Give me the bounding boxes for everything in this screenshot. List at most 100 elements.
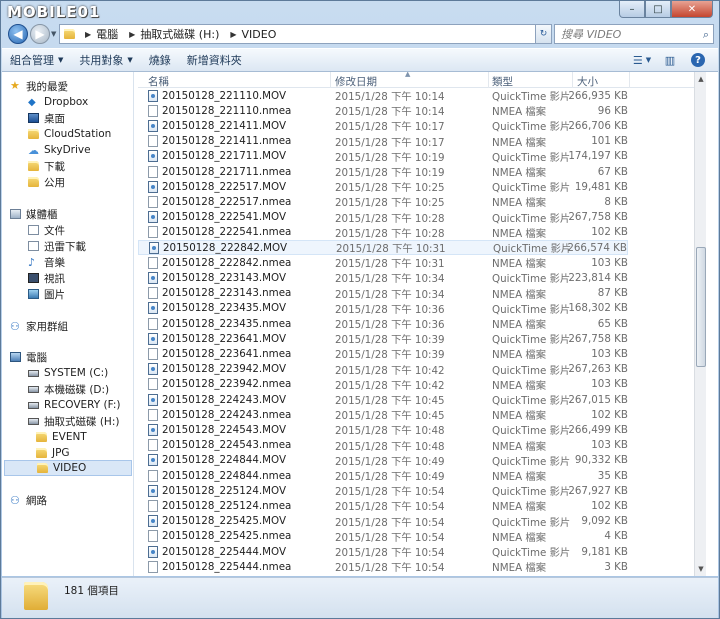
table-row[interactable]: 20150128_223143.MOV 2015/1/28 下午 10:34 Qui…: [138, 270, 628, 285]
minimize-button[interactable]: –: [619, 1, 645, 18]
sidebar-item-videos[interactable]: 視訊: [28, 270, 65, 286]
table-row[interactable]: 20150128_221711.nmea 2015/1/28 下午 10:19 NM…: [138, 164, 628, 179]
table-row[interactable]: 20150128_224543.nmea 2015/1/28 下午 10:48 NM…: [138, 438, 628, 453]
sidebar-label: 圖片: [44, 288, 65, 301]
column-header-size[interactable]: 大小: [577, 74, 598, 89]
sidebar-item-public[interactable]: 公用: [28, 174, 65, 190]
sidebar-favorites[interactable]: ★ 我的最愛: [10, 78, 68, 94]
sidebar-label: 下載: [44, 160, 65, 173]
sidebar-drive-d[interactable]: 本機磁碟 (D:): [28, 381, 109, 397]
chevron-right-icon[interactable]: ▶: [85, 30, 91, 39]
chevron-right-icon[interactable]: ▶: [230, 30, 236, 39]
table-row[interactable]: 20150128_223143.nmea 2015/1/28 下午 10:34 NM…: [138, 286, 628, 301]
search-input[interactable]: 搜尋 VIDEO ⌕: [554, 24, 714, 44]
scrollbar-thumb[interactable]: [696, 247, 706, 367]
sidebar-folder-jpg[interactable]: JPG: [36, 445, 70, 461]
search-icon[interactable]: ⌕: [703, 28, 709, 42]
column-divider[interactable]: [572, 72, 573, 88]
scroll-up-icon[interactable]: ▲: [695, 72, 706, 86]
file-size: 266,574 KB: [567, 241, 627, 254]
file-date: 2015/1/28 下午 10:45: [335, 410, 445, 423]
back-button[interactable]: ◀: [8, 24, 28, 44]
change-view-button[interactable]: ☰ ▼: [630, 51, 654, 69]
sidebar-item-downloads[interactable]: 下載: [28, 158, 65, 174]
table-row[interactable]: 20150128_224543.MOV 2015/1/28 下午 10:48 Qui…: [138, 422, 628, 437]
table-row[interactable]: 20150128_224844.nmea 2015/1/28 下午 10:49 NM…: [138, 468, 628, 483]
help-button[interactable]: ?: [686, 51, 710, 69]
column-divider[interactable]: [629, 72, 630, 88]
table-row[interactable]: 20150128_222541.nmea 2015/1/28 下午 10:28 NM…: [138, 225, 628, 240]
sidebar-drive-f[interactable]: RECOVERY (F:): [28, 397, 121, 413]
table-row[interactable]: 20150128_225425.nmea 2015/1/28 下午 10:54 NM…: [138, 529, 628, 544]
computer-icon: [10, 352, 21, 362]
table-row[interactable]: 20150128_225124.MOV 2015/1/28 下午 10:54 Qui…: [138, 483, 628, 498]
table-row[interactable]: 20150128_223435.MOV 2015/1/28 下午 10:36 Qui…: [138, 301, 628, 316]
table-row[interactable]: 20150128_223942.MOV 2015/1/28 下午 10:42 Qui…: [138, 362, 628, 377]
sidebar-item-dropbox[interactable]: ◆ Dropbox: [28, 94, 88, 110]
table-row[interactable]: 20150128_222517.nmea 2015/1/28 下午 10:25 NM…: [138, 194, 628, 209]
forward-button[interactable]: ▶: [30, 24, 50, 44]
sidebar-item-skydrive[interactable]: ☁ SkyDrive: [28, 142, 91, 158]
table-row[interactable]: 20150128_223942.nmea 2015/1/28 下午 10:42 NM…: [138, 377, 628, 392]
table-row[interactable]: 20150128_225444.nmea 2015/1/28 下午 10:54 NM…: [138, 559, 628, 574]
table-row[interactable]: 20150128_223641.MOV 2015/1/28 下午 10:39 Qui…: [138, 331, 628, 346]
column-header-name[interactable]: 名稱: [148, 74, 169, 89]
table-row[interactable]: 20150128_221411.MOV 2015/1/28 下午 10:17 Qui…: [138, 118, 628, 133]
new-folder-button[interactable]: 新增資料夾: [179, 49, 250, 71]
vertical-scrollbar[interactable]: ▲ ▼: [694, 72, 706, 576]
sidebar-folder-video[interactable]: VIDEO: [4, 460, 132, 476]
sidebar-computer[interactable]: 電腦: [10, 349, 47, 365]
breadcrumb-computer[interactable]: 電腦: [96, 26, 118, 42]
organize-button[interactable]: 組合管理 ▼: [2, 49, 71, 71]
close-button[interactable]: ✕: [671, 1, 713, 18]
sidebar-folder-event[interactable]: EVENT: [36, 429, 87, 445]
table-row[interactable]: 20150128_222517.MOV 2015/1/28 下午 10:25 Qui…: [138, 179, 628, 194]
table-row[interactable]: 20150128_223435.nmea 2015/1/28 下午 10:36 NM…: [138, 316, 628, 331]
refresh-icon: ↻: [539, 29, 548, 39]
table-row[interactable]: 20150128_225124.nmea 2015/1/28 下午 10:54 NM…: [138, 498, 628, 513]
sidebar-network[interactable]: ⚇ 網路: [10, 492, 47, 508]
file-name: 20150128_224543.nmea: [162, 439, 292, 452]
maximize-button[interactable]: □: [645, 1, 671, 18]
share-with-button[interactable]: 共用對象 ▼: [71, 49, 140, 71]
table-row[interactable]: 20150128_224243.MOV 2015/1/28 下午 10:45 Qui…: [138, 392, 628, 407]
sidebar-item-pictures[interactable]: 圖片: [28, 286, 65, 302]
column-header-type[interactable]: 類型: [492, 74, 513, 89]
table-row[interactable]: 20150128_221411.nmea 2015/1/28 下午 10:17 NM…: [138, 134, 628, 149]
sidebar-item-desktop[interactable]: 桌面: [28, 110, 65, 126]
folder-icon: [36, 448, 47, 458]
scroll-down-icon[interactable]: ▼: [695, 562, 706, 576]
table-row[interactable]: 20150128_221711.MOV 2015/1/28 下午 10:19 Qui…: [138, 149, 628, 164]
table-row[interactable]: 20150128_225425.MOV 2015/1/28 下午 10:54 Qui…: [138, 514, 628, 529]
table-row[interactable]: 20150128_223641.nmea 2015/1/28 下午 10:39 NM…: [138, 346, 628, 361]
sidebar-item-music[interactable]: ♪ 音樂: [28, 254, 65, 270]
table-row[interactable]: 20150128_224243.nmea 2015/1/28 下午 10:45 NM…: [138, 407, 628, 422]
table-row[interactable]: 20150128_222842.MOV 2015/1/28 下午 10:31 Qui…: [138, 240, 628, 256]
recent-pages-dropdown[interactable]: ▼: [51, 30, 56, 38]
table-row[interactable]: 20150128_224844.MOV 2015/1/28 下午 10:49 Qui…: [138, 453, 628, 468]
column-header-date[interactable]: 修改日期: [335, 74, 377, 89]
table-row[interactable]: 20150128_222541.MOV 2015/1/28 下午 10:28 Qui…: [138, 210, 628, 225]
table-row[interactable]: 20150128_225444.MOV 2015/1/28 下午 10:54 Qui…: [138, 544, 628, 559]
refresh-button[interactable]: ↻: [536, 24, 552, 44]
sidebar-homegroup[interactable]: ⚇ 家用群組: [10, 318, 68, 334]
table-row[interactable]: 20150128_222842.nmea 2015/1/28 下午 10:31 NM…: [138, 255, 628, 270]
burn-button[interactable]: 燒錄: [141, 49, 179, 71]
address-bar[interactable]: ▶ 電腦 ▶ 抽取式磁碟 (H:) ▶ VIDEO: [59, 24, 536, 44]
sidebar-item-cloudstation[interactable]: CloudStation: [28, 126, 111, 142]
preview-pane-button[interactable]: ▥: [658, 51, 682, 69]
breadcrumb-video[interactable]: VIDEO: [242, 28, 277, 41]
sidebar-drive-h[interactable]: 抽取式磁碟 (H:): [28, 413, 119, 429]
column-divider[interactable]: [488, 72, 489, 88]
sidebar-item-thunder-downloads[interactable]: 迅雷下載: [28, 238, 86, 254]
title-bar[interactable]: MOBILE01 – □ ✕: [1, 1, 719, 23]
table-row[interactable]: 20150128_221110.MOV 2015/1/28 下午 10:14 Qui…: [138, 88, 628, 103]
sidebar-drive-c[interactable]: SYSTEM (C:): [28, 365, 108, 381]
sidebar-label: CloudStation: [44, 128, 112, 140]
chevron-right-icon[interactable]: ▶: [129, 30, 135, 39]
column-divider[interactable]: [330, 72, 331, 88]
breadcrumb-removable-drive[interactable]: 抽取式磁碟 (H:): [140, 26, 219, 42]
sidebar-item-documents[interactable]: 文件: [28, 222, 65, 238]
sidebar-libraries[interactable]: 媒體櫃: [10, 206, 58, 222]
table-row[interactable]: 20150128_221110.nmea 2015/1/28 下午 10:14 NM…: [138, 103, 628, 118]
